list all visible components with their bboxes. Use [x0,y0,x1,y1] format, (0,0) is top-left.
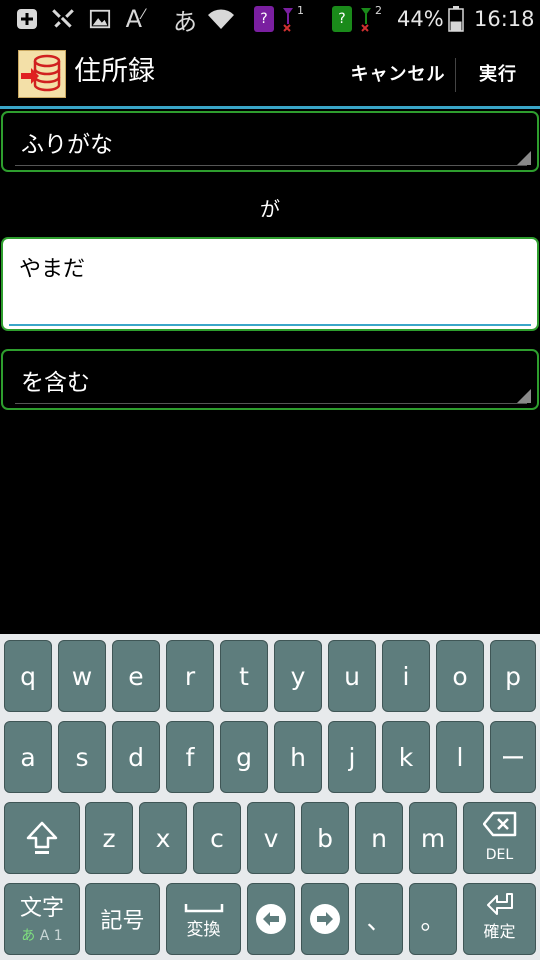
clock: 16:18 [474,7,535,31]
key-g[interactable]: g [220,721,268,793]
page-title: 住所録 [74,56,155,87]
key-u[interactable]: u [328,640,376,712]
search-text-value: やまだ [19,257,86,282]
key-d[interactable]: d [112,721,160,793]
shift-key[interactable] [4,802,80,874]
match-condition-underline [15,403,527,404]
key-o[interactable]: o [436,640,484,712]
execute-button[interactable]: 実行 [462,48,534,98]
image-icon [86,4,114,34]
cursor-right-key[interactable] [301,883,349,955]
enter-key[interactable]: 確定 [463,883,536,955]
field-select[interactable]: ふりがな [1,111,539,172]
arrow-left-icon [256,904,286,934]
key-a[interactable]: a [4,721,52,793]
battery-fill [450,21,462,31]
key-b[interactable]: b [301,802,349,874]
key-n[interactable]: n [355,802,403,874]
key-h[interactable]: h [274,721,322,793]
space-convert-key[interactable]: 変換 [166,883,241,955]
key-k[interactable]: k [382,721,430,793]
input-mode-kana: あ [21,928,36,944]
key-long-vowel[interactable]: ー [490,721,536,793]
arrow-right-icon [310,904,340,934]
sim1-icon: ? [254,6,274,32]
enter-key-label: 確定 [483,922,516,941]
space-convert-label: 変換 [186,920,221,940]
key-z[interactable]: z [85,802,133,874]
key-m[interactable]: m [409,802,457,874]
key-l[interactable]: l [436,721,484,793]
dropdown-corner-icon [517,389,531,403]
dropdown-corner-icon [517,151,531,165]
match-condition-select[interactable]: を含む [1,349,539,410]
comma-key[interactable]: 、 [355,883,403,955]
font-icon: A ⁄ [125,5,145,33]
backspace-icon [482,811,516,837]
key-e[interactable]: e [112,640,160,712]
cancel-button[interactable]: キャンセル [346,48,450,98]
conjunction-label: が [260,197,280,221]
field-select-underline [15,165,527,166]
period-key[interactable]: 。 [409,883,457,955]
key-i[interactable]: i [382,640,430,712]
input-mode-alnum: A 1 [39,928,63,944]
key-c[interactable]: c [193,802,241,874]
key-p[interactable]: p [490,640,536,712]
space-icon [184,904,223,913]
signal1-icon: 1 [280,4,306,34]
cursor-left-key[interactable] [247,883,295,955]
search-text-input[interactable]: やまだ [1,237,539,331]
action-bar: 住所録 キャンセル 実行 [0,38,540,108]
field-select-value: ふりがな [21,132,113,158]
key-v[interactable]: v [247,802,295,874]
symbol-key[interactable]: 記号 [85,883,160,955]
delete-key[interactable]: DEL [463,802,536,874]
key-r[interactable]: r [166,640,214,712]
status-bar: A ⁄ あ ? 1 ? 2 44% 16:18 [0,0,540,38]
key-w[interactable]: w [58,640,106,712]
ime-icon: あ [173,7,197,36]
soft-keyboard: q w e r t y u i o p a s d f g h j k l ー … [0,634,540,960]
key-t[interactable]: t [220,640,268,712]
enter-icon [486,893,513,915]
match-condition-value: を含む [21,370,90,396]
battery-percent: 44% [397,7,444,31]
key-s[interactable]: s [58,721,106,793]
signal2-icon: 2 [358,4,384,34]
shift-icon [26,821,58,854]
settings-icon [48,4,78,34]
action-bar-divider [0,106,540,109]
input-mode-key[interactable]: 文字 あ A 1 [4,883,80,955]
key-q[interactable]: q [4,640,52,712]
delete-key-label: DEL [485,847,514,863]
input-mode-label: 文字 [19,896,64,921]
key-x[interactable]: x [139,802,187,874]
address-book-app-icon [18,50,66,98]
key-y[interactable]: y [274,640,322,712]
wifi-icon [204,4,238,34]
key-f[interactable]: f [166,721,214,793]
key-j[interactable]: j [328,721,376,793]
battery-icon [446,4,466,34]
search-text-underline [9,324,531,326]
add-box-icon [12,4,42,34]
sim2-icon: ? [332,6,352,32]
action-divider [455,58,456,92]
